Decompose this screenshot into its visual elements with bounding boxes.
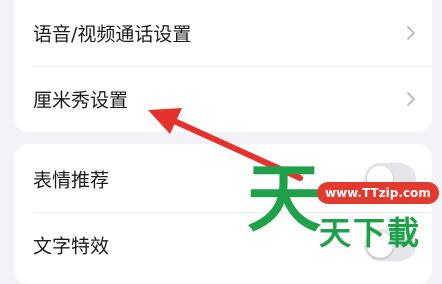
text-effects-label: 文字特效 bbox=[33, 235, 110, 258]
settings-card-bottom: 表情推荐 文字特效 bbox=[14, 144, 432, 284]
text-effects-toggle[interactable] bbox=[364, 229, 416, 261]
text-effects-row: 文字特效 bbox=[14, 212, 432, 278]
chevron-right-icon bbox=[407, 92, 415, 106]
cmshow-settings-label: 厘米秀设置 bbox=[33, 89, 129, 112]
toggle-knob bbox=[367, 232, 393, 258]
settings-card-top: 语音/视频通话设置 厘米秀设置 bbox=[14, 0, 432, 132]
emoji-recommend-toggle[interactable] bbox=[364, 163, 416, 195]
chevron-right-icon bbox=[407, 26, 415, 40]
toggle-knob bbox=[367, 166, 393, 192]
cmshow-settings-row[interactable]: 厘米秀设置 bbox=[14, 66, 432, 132]
voice-video-call-settings-label: 语音/视频通话设置 bbox=[33, 23, 192, 46]
voice-video-call-settings-row[interactable]: 语音/视频通话设置 bbox=[14, 0, 432, 66]
emoji-recommend-row: 表情推荐 bbox=[14, 146, 432, 212]
emoji-recommend-label: 表情推荐 bbox=[33, 169, 110, 192]
